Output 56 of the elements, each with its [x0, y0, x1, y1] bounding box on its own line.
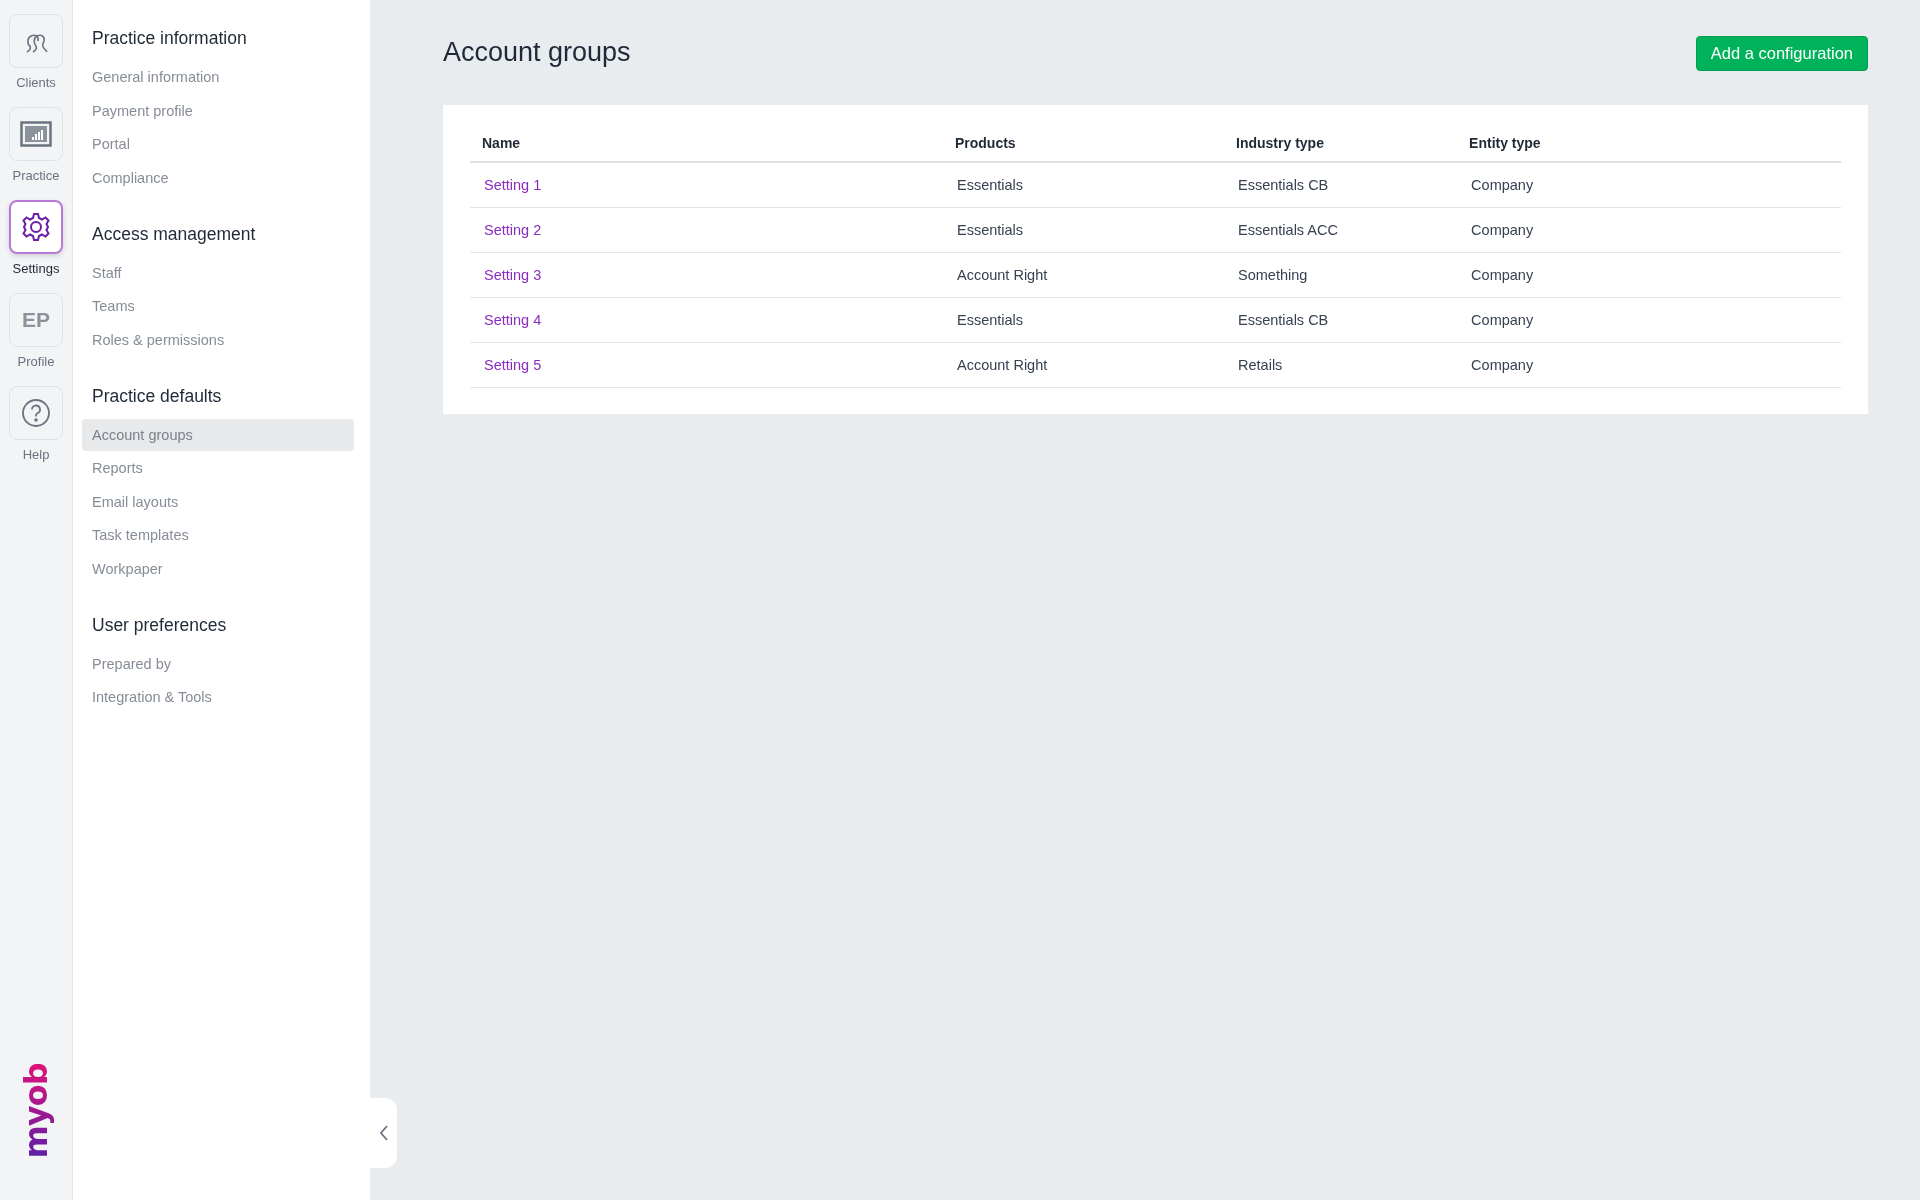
sidebar-link[interactable]: Roles & permissions — [82, 323, 354, 356]
sidebar-link[interactable]: Prepared by — [82, 647, 354, 680]
sidebar-link[interactable]: Staff — [82, 256, 354, 289]
nav-label: Practice — [12, 168, 60, 183]
sidebar-link[interactable]: General information — [82, 61, 354, 93]
table-cell: Essentials ACC — [1224, 207, 1458, 253]
setting-link[interactable]: Setting 2 — [484, 222, 542, 238]
nav-label: Profile — [17, 354, 55, 369]
table-cell: Essentials — [943, 207, 1225, 253]
nav-label: Clients — [16, 75, 56, 90]
setting-link[interactable]: Setting 3 — [484, 267, 542, 283]
chevron-left-icon — [378, 1125, 389, 1141]
column-header: Industry type — [1224, 125, 1458, 162]
chart-icon — [20, 121, 52, 147]
setting-link[interactable]: Setting 1 — [484, 177, 542, 193]
setting-link[interactable]: Setting 4 — [484, 312, 542, 328]
sidebar-link[interactable]: Integration & Tools — [82, 681, 354, 713]
table-cell: Account Right — [943, 252, 1225, 298]
table-cell: Account Right — [943, 342, 1225, 388]
nav-button[interactable]: EP — [9, 293, 63, 347]
section-heading: Practice defaults — [91, 385, 223, 407]
table-cell: Company — [1457, 297, 1841, 343]
table-cell: Company — [1457, 162, 1841, 208]
sidebar-link[interactable]: Email layouts — [82, 485, 354, 518]
table-cell: Company — [1457, 207, 1841, 253]
page-title: Account groups — [443, 37, 631, 68]
table-cell: Essentials CB — [1224, 162, 1458, 208]
nav-label: Settings — [12, 261, 60, 276]
sidebar-link[interactable]: Reports — [82, 452, 354, 484]
initials-text: EP — [22, 308, 50, 332]
sidebar-link[interactable]: Workpaper — [82, 552, 354, 585]
section-heading: Access management — [91, 223, 257, 245]
table-cell: Company — [1457, 342, 1841, 388]
help-icon — [21, 398, 51, 428]
sidebar-link[interactable]: Teams — [82, 290, 354, 322]
table-cell: Essentials — [943, 297, 1225, 343]
nav-button[interactable] — [9, 200, 63, 254]
add-configuration-button[interactable]: Add a configuration — [1695, 36, 1868, 71]
setting-link[interactable]: Setting 5 — [484, 357, 542, 373]
sidebar-link[interactable]: Account groups — [82, 418, 354, 451]
sidebar-link[interactable]: Portal — [82, 128, 354, 160]
section-heading: User preferences — [91, 614, 228, 636]
nav-label: Help — [22, 447, 50, 462]
table-cell: Something — [1224, 252, 1458, 298]
table-cell: Retails — [1224, 342, 1458, 388]
sidebar-link[interactable]: Compliance — [82, 161, 354, 194]
table-cell: Essentials — [943, 162, 1225, 208]
column-header: Products — [943, 125, 1225, 162]
sidebar-link[interactable]: Payment profile — [82, 94, 354, 127]
column-header: Entity type — [1457, 125, 1841, 162]
sidebar-link[interactable]: Task templates — [82, 519, 354, 551]
column-header: Name — [470, 125, 943, 162]
section-heading: Practice information — [91, 28, 248, 49]
table-cell: Company — [1457, 252, 1841, 298]
table-cell: Essentials CB — [1224, 297, 1458, 343]
settings-icon — [20, 211, 52, 243]
